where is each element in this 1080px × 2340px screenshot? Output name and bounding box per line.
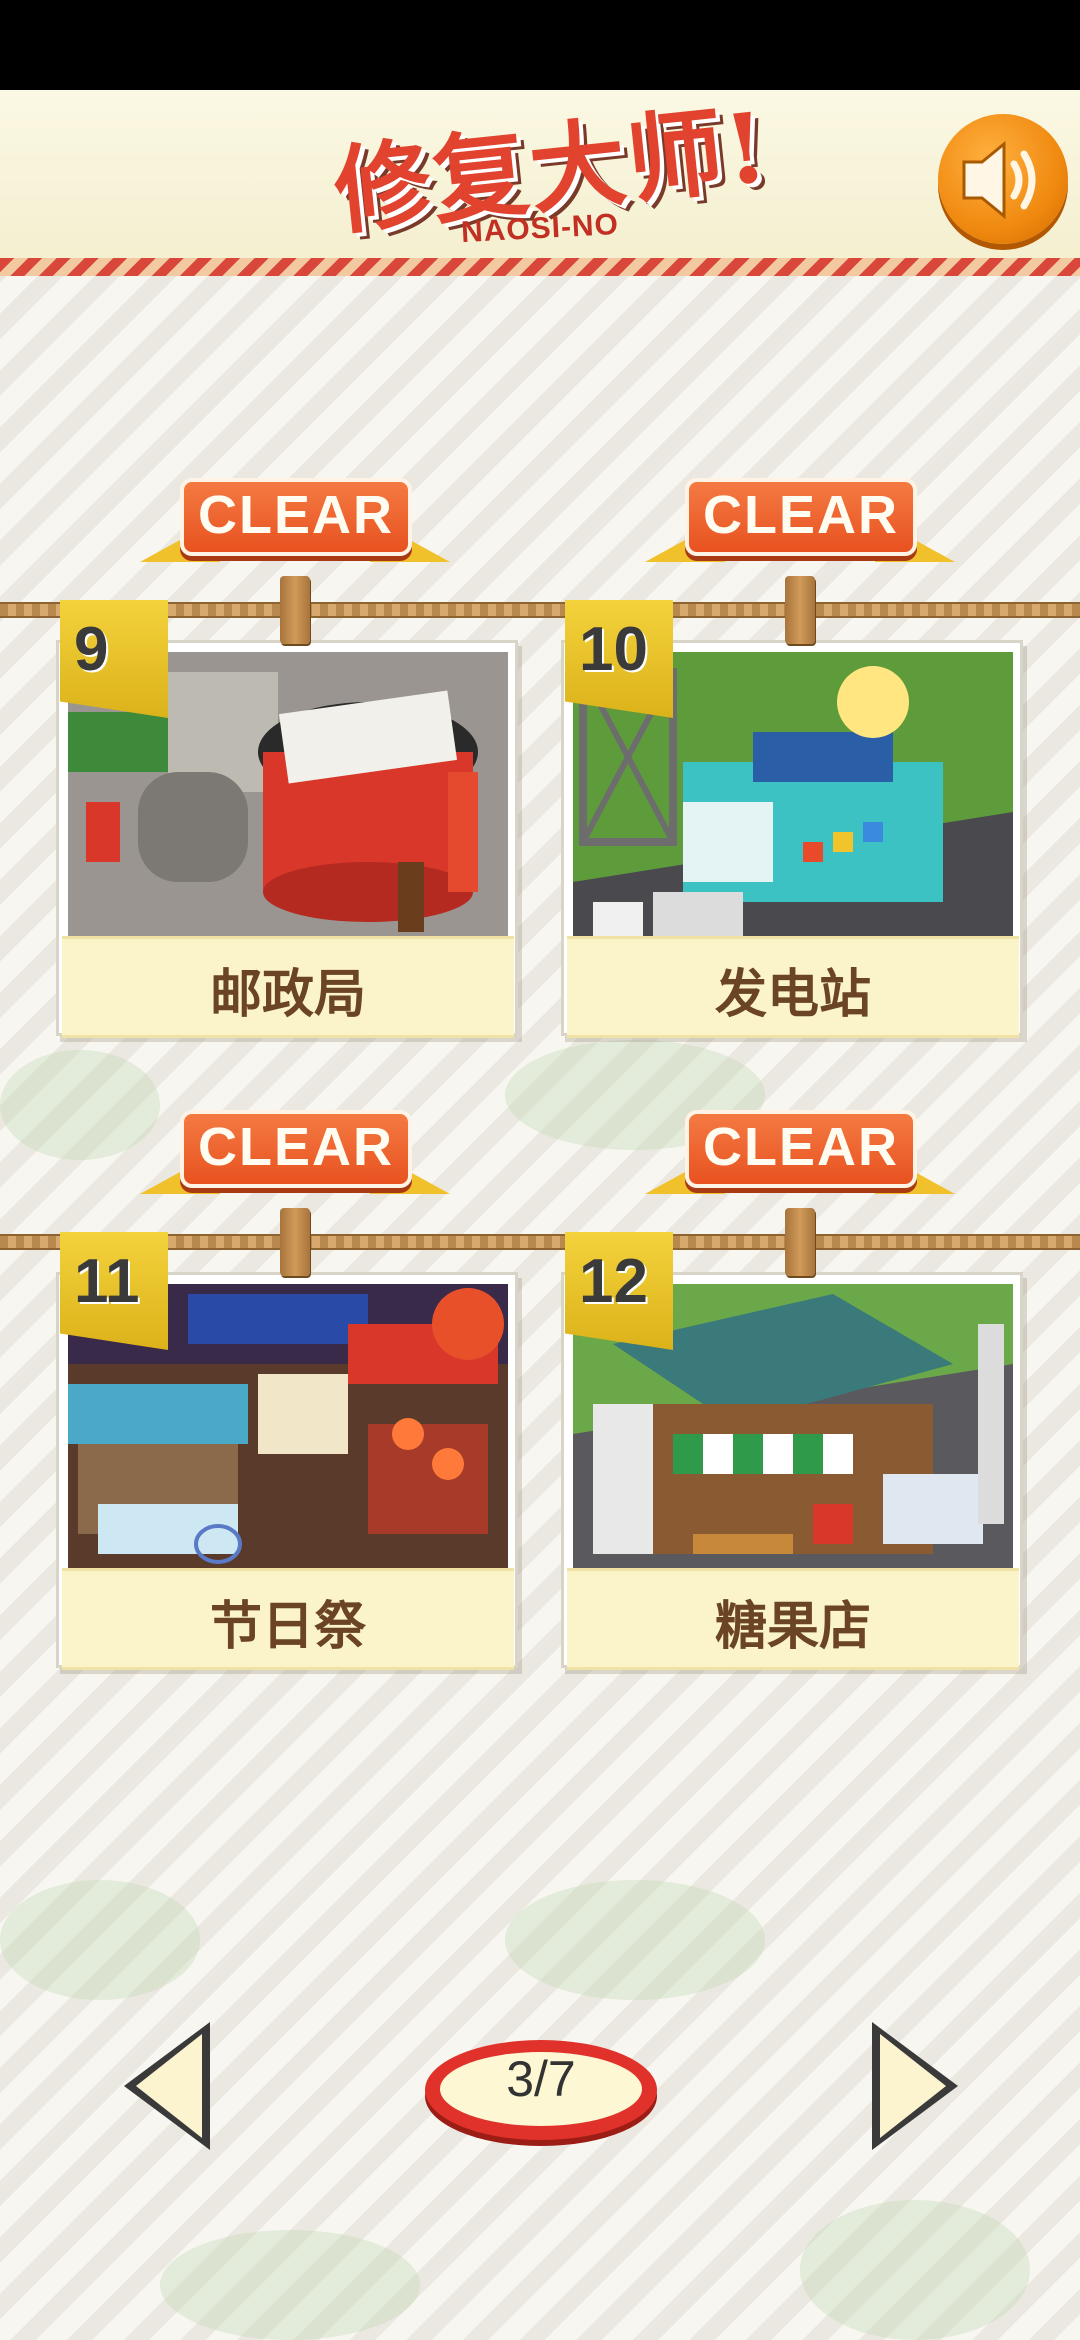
triangle-left-icon bbox=[124, 2022, 210, 2150]
clear-badge-label: CLEAR bbox=[198, 1117, 394, 1177]
background-building-ghost bbox=[160, 2230, 420, 2340]
status-bar bbox=[0, 0, 1080, 90]
level-number: 11 bbox=[74, 1247, 140, 1316]
clear-badge-label: CLEAR bbox=[703, 485, 899, 545]
level-number: 10 bbox=[579, 615, 648, 684]
level-number: 12 bbox=[579, 1247, 648, 1316]
level-card-9[interactable]: 9 邮政局 bbox=[56, 600, 518, 1038]
next-page-button[interactable] bbox=[864, 2016, 964, 2160]
background-building-ghost bbox=[0, 1880, 200, 2000]
level-name: 邮政局 bbox=[209, 964, 366, 1025]
level-card-10[interactable]: 10 发电站 bbox=[561, 600, 1023, 1038]
clothespin-icon bbox=[785, 576, 815, 644]
level-card-11[interactable]: 11 节日祭 bbox=[56, 1232, 518, 1670]
background-building-ghost bbox=[0, 1050, 160, 1160]
header-stripe bbox=[0, 258, 1080, 276]
level-card-12[interactable]: 12 糖果店 bbox=[561, 1232, 1023, 1670]
background-building-ghost bbox=[505, 1880, 765, 2000]
clothespin-icon bbox=[280, 576, 310, 644]
level-name: 糖果店 bbox=[714, 1596, 871, 1657]
speaker-icon bbox=[962, 140, 1036, 220]
clear-badge-label: CLEAR bbox=[198, 485, 394, 545]
level-name: 发电站 bbox=[714, 964, 871, 1025]
level-name: 节日祭 bbox=[209, 1596, 366, 1657]
background-building-ghost bbox=[800, 2200, 1030, 2340]
clothespin-icon bbox=[785, 1208, 815, 1276]
triangle-right-icon bbox=[872, 2022, 958, 2150]
level-number: 9 bbox=[74, 615, 109, 684]
sound-toggle-button[interactable] bbox=[938, 114, 1068, 244]
clear-badge-label: CLEAR bbox=[703, 1117, 899, 1177]
prev-page-button[interactable] bbox=[118, 2016, 218, 2160]
clothespin-icon bbox=[280, 1208, 310, 1276]
page-indicator: 3/7 bbox=[506, 2051, 576, 2107]
